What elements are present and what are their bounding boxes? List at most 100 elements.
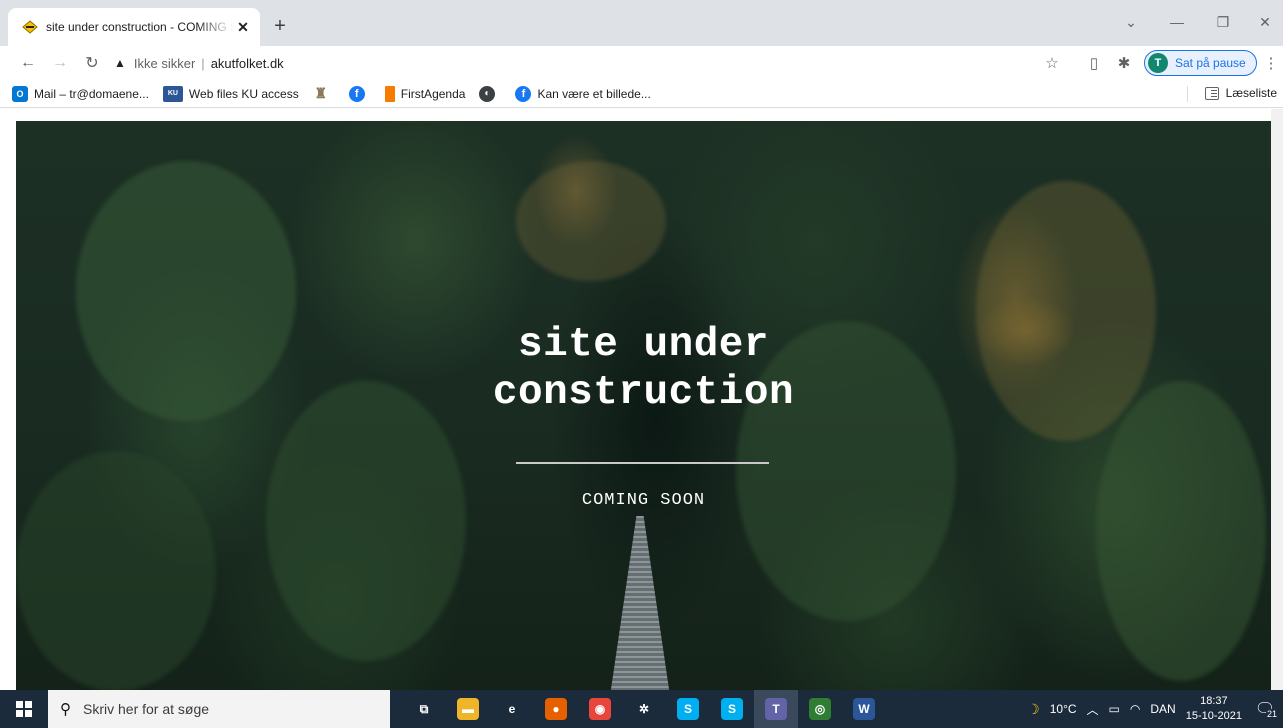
language-indicator[interactable]: DAN [1150, 702, 1175, 716]
firefox-icon: ● [545, 698, 567, 720]
windows-taskbar: ⚲ Skriv her for at søge ⧉ ▬ e ● ◉ ✲ S S T ◎ W ☽ 10… [0, 690, 1283, 728]
search-placeholder: Skriv her for at søge [83, 701, 210, 717]
restore-button[interactable]: ❐ [1208, 10, 1238, 34]
battery-icon[interactable]: ▭ [1109, 702, 1120, 716]
minimize-button[interactable]: — [1162, 10, 1192, 34]
taskbar-app[interactable]: ● [534, 690, 578, 728]
taskbar-apps: ⧉ ▬ e ● ◉ ✲ S S T ◎ W [402, 690, 886, 728]
bookmark-label: Kan være et billede... [537, 86, 651, 101]
extensions-icon[interactable]: ✱ [1112, 51, 1136, 75]
bookmark-icon [384, 85, 395, 102]
teams-icon: T [765, 698, 787, 720]
site-favicon [22, 19, 38, 35]
taskbar-app[interactable]: e [490, 690, 534, 728]
bookmark-item[interactable]: ◐ [479, 85, 501, 102]
bookmark-item[interactable]: f Kan være et billede... [515, 85, 651, 102]
profile-label: Sat på pause [1175, 56, 1246, 70]
windows-logo-icon [16, 701, 32, 717]
reading-list-button[interactable]: Læseliste [1204, 86, 1277, 100]
edge-legacy-icon: e [501, 698, 523, 720]
hero-background: site under construction COMING SOON [16, 121, 1271, 690]
bookmarks-divider [1187, 86, 1188, 102]
chrome-icon: ◉ [589, 698, 611, 720]
outlook-icon: O [12, 85, 28, 102]
taskbar-app[interactable]: ◉ [578, 690, 622, 728]
facebook-icon: f [348, 85, 365, 102]
tree-foliage [266, 381, 466, 661]
avatar: T [1148, 53, 1168, 73]
menu-icon[interactable]: ⋮ [1259, 51, 1283, 75]
reading-mode-icon[interactable]: ▯ [1082, 51, 1106, 75]
file-explorer-icon: ▬ [457, 698, 479, 720]
taskbar-search[interactable]: ⚲ Skriv her for at søge [48, 690, 390, 728]
taskbar-app[interactable]: ⧉ [402, 690, 446, 728]
warning-icon[interactable]: ▲ [114, 56, 126, 70]
new-tab-button[interactable]: + [268, 14, 292, 38]
close-tab-icon[interactable]: ✕ [234, 18, 252, 36]
page-headline: site under construction [16, 321, 1271, 417]
word-icon: W [853, 698, 875, 720]
skype-icon: S [677, 698, 699, 720]
chevron-up-icon[interactable]: ︿ [1087, 701, 1099, 718]
taskbar-app[interactable]: ▬ [446, 690, 490, 728]
bookmark-item[interactable]: KU Web files KU access [162, 85, 299, 102]
weather-text[interactable]: 10°C [1050, 702, 1077, 716]
start-button[interactable] [0, 690, 48, 728]
screen: site under construction - COMING SOON ✕ … [0, 0, 1283, 728]
bookmark-item[interactable]: ♜ [313, 85, 335, 102]
forward-icon[interactable]: → [48, 51, 72, 75]
weather-icon[interactable]: ☽ [1027, 701, 1040, 718]
bookmark-item[interactable]: O Mail – tr@domaene... [12, 85, 149, 102]
ku-icon: KU [162, 85, 183, 102]
bookmark-item[interactable]: f [348, 85, 371, 102]
tab-search-icon[interactable]: ⌄ [1116, 10, 1146, 34]
settings-icon: ✲ [633, 698, 655, 720]
profile-button[interactable]: T Sat på pause [1144, 50, 1257, 76]
back-icon[interactable]: ← [16, 51, 40, 75]
taskbar-app[interactable]: ✲ [622, 690, 666, 728]
seal-icon: ♜ [314, 85, 328, 101]
system-tray: ☽ 10°C ︿ ▭ ◠ DAN 18:37 15-10-2021 🗨 21 [1022, 690, 1283, 728]
bookmark-label: FirstAgenda [400, 86, 466, 101]
vertical-scrollbar[interactable] [1271, 109, 1283, 690]
browser-toolbar: ← → ↻ ▲ Ikke sikker | akutfolket.dk ☆ ▯ … [0, 46, 1283, 80]
web-page: site under construction COMING SOON [0, 109, 1283, 690]
browser-tab[interactable]: site under construction - COMING SOON ✕ [8, 8, 260, 46]
tree-foliage [16, 451, 216, 690]
search-icon: ⚲ [60, 701, 71, 718]
globe-icon: ◐ [479, 85, 496, 102]
bookmarks-bar: O Mail – tr@domaene... KU Web files KU a… [0, 80, 1283, 108]
bookmark-label: Mail – tr@domaene... [34, 86, 149, 101]
taskbar-app[interactable]: S [666, 690, 710, 728]
facebook-icon: f [515, 85, 532, 102]
url-text[interactable]: akutfolket.dk [211, 56, 284, 71]
reading-list-icon [1204, 86, 1219, 100]
reading-list-label: Læseliste [1225, 86, 1277, 100]
reload-icon[interactable]: ↻ [80, 51, 104, 75]
tab-title: site under construction - COMING SOON [46, 20, 234, 34]
taskbar-app[interactable]: W [842, 690, 886, 728]
close-window-button[interactable]: ✕ [1250, 10, 1280, 34]
globe-app-icon: ◎ [809, 698, 831, 720]
wifi-icon[interactable]: ◠ [1130, 702, 1140, 716]
notification-count: 21 [1265, 709, 1278, 719]
headline-line-1: site under [517, 322, 770, 368]
security-label[interactable]: Ikke sikker [134, 56, 195, 71]
bookmark-star-icon[interactable]: ☆ [1040, 51, 1064, 75]
taskbar-app[interactable]: ◎ [798, 690, 842, 728]
tree-foliage [1096, 381, 1266, 681]
notifications-button[interactable]: 🗨 21 [1252, 699, 1278, 719]
taskbar-app[interactable]: S [710, 690, 754, 728]
clock-date: 15-10-2021 [1185, 710, 1242, 722]
taskbar-app[interactable]: T [754, 690, 798, 728]
bookmark-label: Web files KU access [188, 86, 299, 101]
clock[interactable]: 18:37 15-10-2021 [1186, 694, 1242, 724]
headline-line-2: construction [492, 370, 795, 416]
bookmark-item[interactable]: FirstAgenda [384, 85, 466, 102]
address-bar[interactable]: ▲ Ikke sikker | akutfolket.dk [114, 48, 1074, 78]
divider-line [516, 462, 769, 464]
clock-time: 18:37 [1200, 695, 1228, 707]
address-separator: | [201, 55, 205, 71]
tagline: COMING SOON [581, 491, 706, 510]
task-view-icon: ⧉ [413, 698, 435, 720]
